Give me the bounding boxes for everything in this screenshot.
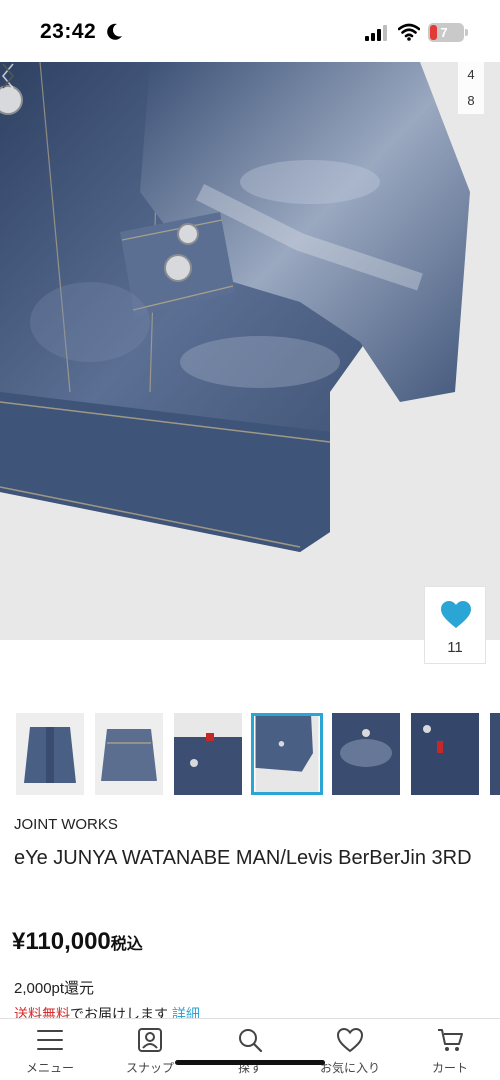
image-counter-total: 8: [467, 93, 475, 108]
nav-label-menu: メニュー: [25, 1061, 74, 1075]
nav-item-menu[interactable]: メニュー: [0, 1019, 100, 1080]
product-title: eYe JUNYA WATANABE MAN/Levis BerBerJin 3…: [14, 847, 472, 869]
favorite-button[interactable]: 11: [424, 586, 486, 664]
thumbnail-1[interactable]: [16, 713, 84, 795]
chevron-right-icon[interactable]: [0, 62, 16, 90]
nav-label-cart: カート: [431, 1061, 468, 1075]
nav-item-favorites[interactable]: お気に入り: [300, 1019, 400, 1080]
signal-icon: [365, 25, 387, 41]
status-time: 23:42: [40, 20, 97, 43]
price: ¥110,000税込: [12, 928, 143, 956]
nav-item-cart[interactable]: カート: [400, 1019, 500, 1080]
thumbnail-5[interactable]: [332, 713, 400, 795]
snap-icon: [138, 1028, 162, 1052]
image-counter-current: 4: [467, 67, 475, 82]
status-bar: 23:42 7: [0, 0, 500, 62]
wifi-icon: [398, 23, 420, 41]
heart-icon: [441, 601, 471, 628]
thumbnail-4[interactable]: [251, 713, 323, 795]
thumbnail-strip[interactable]: [16, 713, 500, 795]
thumbnail-2[interactable]: [95, 713, 163, 795]
thumbnail-3[interactable]: [174, 713, 242, 795]
product-image[interactable]: 4 8: [0, 62, 500, 640]
menu-icon: [37, 1030, 63, 1050]
thumbnail-6[interactable]: [411, 713, 479, 795]
brand-name[interactable]: JOINT WORKS: [14, 816, 118, 833]
moon-icon: [107, 23, 122, 40]
cart-icon: [438, 1029, 463, 1051]
nav-item-search[interactable]: 探す: [200, 1019, 300, 1080]
points-reward: 2,000pt還元: [14, 980, 95, 997]
price-tax-label: 税込: [110, 936, 143, 953]
battery-level: 7: [440, 25, 448, 40]
image-counter: 4 8: [458, 62, 484, 114]
battery-icon: 7: [428, 23, 464, 42]
search-icon: [239, 1029, 263, 1053]
battery-cap: [465, 29, 468, 36]
home-indicator: [175, 1060, 325, 1065]
thumbnail-7[interactable]: [490, 713, 500, 795]
nav-item-snap[interactable]: スナップ: [100, 1019, 200, 1080]
price-value: ¥110,000: [12, 928, 111, 955]
denim-jacket-photo: [0, 62, 500, 640]
heart-outline-icon: [336, 1027, 364, 1053]
favorite-count: 11: [447, 639, 463, 656]
bottom-nav: メニュー スナップ 探す お気に入り カート: [0, 1018, 500, 1080]
